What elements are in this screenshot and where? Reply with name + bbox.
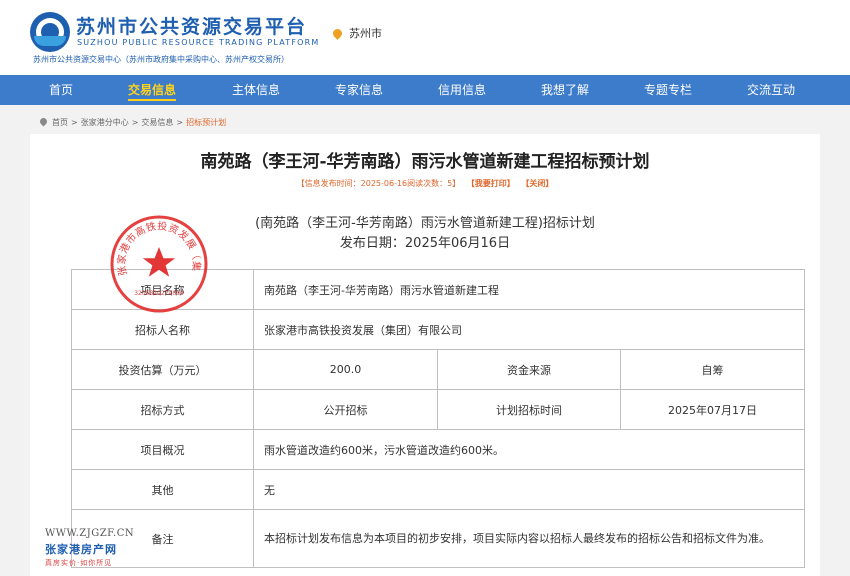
location-pin-icon xyxy=(331,27,344,40)
table-row: 项目概况 雨水管道改造约600米，污水管道改造约600米。 xyxy=(71,429,806,470)
project-name-value: 南苑路（李王河-华芳南路）雨污水管道新建工程 xyxy=(252,269,806,310)
watermark-url: WWW.ZJGZF.CN xyxy=(45,528,135,539)
method-label: 招标方式 xyxy=(71,389,254,430)
logo-subtitle: SUZHOU PUBLIC RESOURCE TRADING PLATFORM xyxy=(77,38,320,47)
investment-label: 投资估算（万元） xyxy=(71,349,254,390)
table-row: 招标方式 公开招标 计划招标时间 2025年07月17日 xyxy=(71,389,806,430)
nav-trade-info[interactable]: 交易信息 xyxy=(112,75,192,105)
other-label: 其他 xyxy=(71,469,254,510)
nav-home[interactable]: 首页 xyxy=(10,75,112,105)
watermark-slogan: 真房实价·如你所见 xyxy=(45,559,113,567)
close-button[interactable]: 【关闭】 xyxy=(521,179,553,188)
plan-time-value: 2025年07月17日 xyxy=(619,389,806,430)
table-row: 其他 无 xyxy=(71,469,806,510)
breadcrumb-trade-info[interactable]: 交易信息 xyxy=(141,118,173,127)
breadcrumb-separator: > xyxy=(131,118,139,127)
table-row: 备注 本招标计划发布信息为本项目的初步安排，项目实际内容以招标人最终发布的招标公… xyxy=(71,509,806,568)
nav-credit-info[interactable]: 信用信息 xyxy=(411,75,513,105)
fund-source-value: 自筹 xyxy=(619,349,806,390)
content-card: 南苑路（李王河-华芳南路）雨污水管道新建工程招标预计划 【信息发布时间：2025… xyxy=(30,134,820,576)
plan-time-label: 计划招标时间 xyxy=(437,389,621,430)
city-label: 苏州市 xyxy=(349,27,382,40)
article-meta: 【信息发布时间：2025-06-16阅读次数：5】 【我要打印】 【关闭】 xyxy=(30,178,820,189)
nav-interaction[interactable]: 交流互动 xyxy=(720,75,822,105)
table-row: 投资估算（万元） 200.0 资金来源 自筹 xyxy=(71,349,806,390)
breadcrumb-separator: > xyxy=(176,118,184,127)
tenderer-value: 张家港市高铁投资发展（集团）有限公司 xyxy=(252,309,806,350)
breadcrumb-current: 招标预计划 xyxy=(186,118,227,127)
logo-org: 苏州市公共资源交易中心（苏州市政府集中采购中心、苏州产权交易所） xyxy=(33,55,289,64)
table-row: 招标人名称 张家港市高铁投资发展（集团）有限公司 xyxy=(71,309,806,350)
overview-label: 项目概况 xyxy=(71,429,254,470)
fund-source-label: 资金来源 xyxy=(437,349,621,390)
breadcrumb-branch[interactable]: 张家港分中心 xyxy=(81,118,129,127)
breadcrumb-home[interactable]: 首页 xyxy=(52,118,68,127)
main-nav: 首页 交易信息 主体信息 专家信息 信用信息 我想了解 专题专栏 交流互动 xyxy=(0,75,850,105)
site-header: 苏州市公共资源交易平台 SUZHOU PUBLIC RESOURCE TRADI… xyxy=(0,0,850,75)
official-seal-icon: 张家港市高铁投资发展（集团）有限公司 3205820274094 xyxy=(108,213,208,313)
method-value: 公开招标 xyxy=(253,389,438,430)
nav-special-topics[interactable]: 专题专栏 xyxy=(617,75,719,105)
location-icon xyxy=(38,116,49,127)
other-value: 无 xyxy=(252,469,806,510)
print-button[interactable]: 【我要打印】 xyxy=(467,179,515,188)
platform-logo-icon[interactable] xyxy=(30,12,70,52)
seal-number: 3205820274094 xyxy=(134,290,184,297)
site-watermark: WWW.ZJGZF.CN 张家港房产网 真房实价·如你所见 xyxy=(45,528,134,568)
watermark-name: 张家港房产网 xyxy=(45,543,117,556)
publish-meta: 【信息发布时间：2025-06-16阅读次数：5】 xyxy=(296,179,461,188)
city-selector[interactable]: 苏州市 xyxy=(331,25,382,41)
nav-entity-info[interactable]: 主体信息 xyxy=(205,75,307,105)
page-title: 南苑路（李王河-华芳南路）雨污水管道新建工程招标预计划 xyxy=(200,152,650,172)
overview-value: 雨水管道改造约600米，污水管道改造约600米。 xyxy=(252,429,806,470)
nav-expert-info[interactable]: 专家信息 xyxy=(308,75,410,105)
tenderer-label: 招标人名称 xyxy=(71,309,254,350)
remark-value: 本招标计划发布信息为本项目的初步安排，项目实际内容以招标人最终发布的招标公告和招… xyxy=(252,509,806,568)
nav-learn-more[interactable]: 我想了解 xyxy=(514,75,616,105)
seal-star-icon xyxy=(142,247,176,277)
logo-title[interactable]: 苏州市公共资源交易平台 xyxy=(76,12,307,39)
breadcrumb: 首页 > 张家港分中心 > 交易信息 > 招标预计划 xyxy=(38,116,227,128)
breadcrumb-separator: > xyxy=(71,118,78,127)
investment-value: 200.0 xyxy=(253,349,438,390)
